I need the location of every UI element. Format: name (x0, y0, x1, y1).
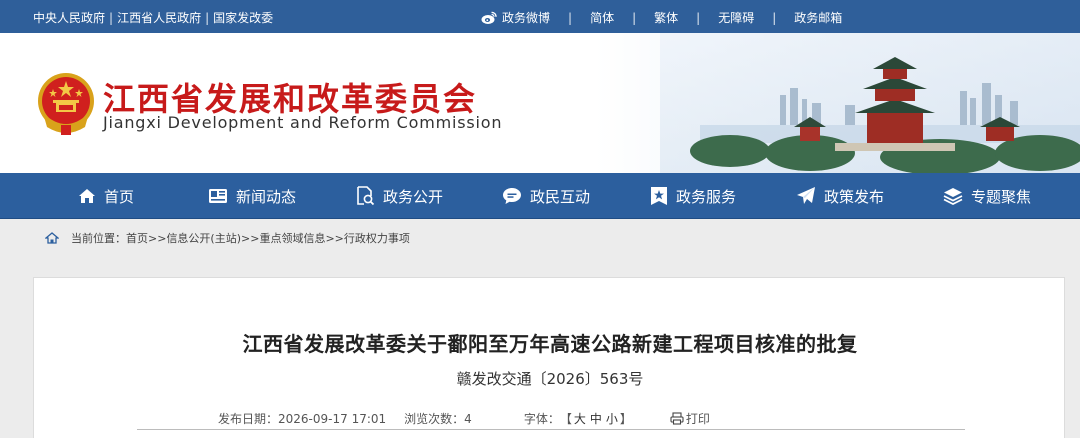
nav-label: 政策发布 (824, 187, 885, 206)
nav-item-interaction[interactable]: 政民互动 (502, 173, 590, 219)
views-label: 浏览次数： (404, 412, 465, 426)
breadcrumb-separator: >> (148, 231, 167, 245)
chat-bubble-icon (503, 188, 521, 204)
accessibility-link[interactable]: 无障碍 (718, 9, 754, 26)
link-central-government[interactable]: 中央人民政府 (33, 9, 105, 26)
font-bracket-open: 【 (559, 412, 572, 426)
publish-date: 2026-09-17 17:01 (278, 411, 387, 426)
layers-icon (943, 188, 963, 205)
print-button[interactable]: 打印 (670, 410, 710, 427)
link-ndrc[interactable]: 国家发改委 (213, 9, 273, 26)
separator: | (632, 10, 637, 25)
service-star-icon (651, 187, 667, 205)
document-search-icon (357, 186, 375, 206)
breadcrumb-admin-power[interactable]: 行政权力事项 (344, 230, 410, 246)
print-label: 打印 (685, 412, 710, 426)
printer-icon (670, 412, 684, 425)
top-bar: 中央人民政府 | 江西省人民政府 | 国家发改委 政务微博 | 简体 | 繁体 … (0, 0, 1080, 33)
breadcrumb-key-areas[interactable]: 重点领域信息 (259, 230, 325, 246)
breadcrumb-info-disclosure[interactable]: 信息公开(主站) (166, 230, 241, 246)
document-number: 赣发改交通〔2026〕563号 (456, 370, 644, 388)
article-meta: 发布日期： 2026-09-17 17:01 浏览次数： 4 字体： 【 大 中… (218, 410, 710, 427)
breadcrumb-prefix: 当前位置： (71, 232, 126, 245)
font-size-label: 字体： (523, 412, 560, 426)
font-size-large-button[interactable]: 大 (574, 410, 586, 427)
top-links: 中央人民政府 | 江西省人民政府 | 国家发改委 (33, 9, 273, 26)
separator: | (772, 10, 777, 25)
breadcrumb: 当前位置： 首页 >> 信息公开(主站) >> 重点领域信息 >> 行政权力事项 (45, 230, 410, 246)
separator: | (109, 10, 114, 25)
nav-label: 首页 (104, 187, 135, 206)
views-count: 4 (464, 411, 472, 426)
paper-plane-icon (797, 187, 815, 204)
breadcrumb-home[interactable]: 首页 (126, 230, 148, 246)
top-utility-links: 政务微博 | 简体 | 繁体 | 无障碍 | 政务邮箱 (481, 9, 842, 26)
tengwang-pavilion-banner (660, 33, 1080, 173)
nav-label: 专题聚焦 (971, 187, 1032, 206)
article-title: 江西省发展改革委关于鄱阳至万年高速公路新建工程项目核准的批复 (242, 332, 858, 356)
separator: | (696, 10, 701, 25)
meta-divider (137, 429, 965, 430)
publish-date-label: 发布日期： (218, 412, 279, 426)
breadcrumb-bar: 当前位置： 首页 >> 信息公开(主站) >> 重点领域信息 >> 行政权力事项 (0, 219, 1080, 254)
font-bracket-close: 】 (619, 412, 632, 426)
simplified-chinese-link[interactable]: 简体 (590, 9, 614, 26)
separator: | (205, 10, 210, 25)
news-icon (209, 189, 227, 203)
nav-label: 政务服务 (676, 187, 737, 206)
site-subtitle: Jiangxi Development and Reform Commissio… (103, 113, 503, 132)
nav-item-gov-affairs[interactable]: 政务公开 (355, 173, 443, 219)
nav-item-topics[interactable]: 专题聚焦 (943, 173, 1031, 219)
breadcrumb-separator: >> (241, 231, 260, 245)
nav-label: 新闻动态 (236, 187, 297, 206)
traditional-chinese-link[interactable]: 繁体 (654, 9, 678, 26)
nav-item-news[interactable]: 新闻动态 (208, 173, 296, 219)
nav-item-service[interactable]: 政务服务 (650, 173, 736, 219)
breadcrumb-separator: >> (325, 231, 344, 245)
nav-item-home[interactable]: 首页 (78, 173, 134, 219)
nav-item-policy[interactable]: 政策发布 (796, 173, 884, 219)
separator: | (568, 10, 573, 25)
font-size-small-button[interactable]: 小 (606, 410, 618, 427)
weibo-icon (481, 11, 497, 24)
gov-mail-link[interactable]: 政务邮箱 (794, 9, 842, 26)
nav-label: 政民互动 (530, 187, 591, 206)
weibo-link[interactable]: 政务微博 (481, 9, 550, 26)
home-icon (79, 189, 95, 203)
main-nav: 首页 新闻动态 政务公开 政民互动 政务服务 政策发布 专题聚焦 (0, 173, 1080, 219)
weibo-label: 政务微博 (502, 11, 551, 25)
site-header: 江西省发展和改革委员会 Jiangxi Development and Refo… (0, 33, 1080, 173)
nav-label: 政务公开 (383, 187, 444, 206)
font-size-medium-button[interactable]: 中 (590, 410, 602, 427)
link-jiangxi-government[interactable]: 江西省人民政府 (117, 9, 201, 26)
article-panel: 江西省发展改革委关于鄱阳至万年高速公路新建工程项目核准的批复 赣发改交通〔202… (33, 277, 1065, 438)
national-emblem-logo[interactable] (35, 69, 97, 139)
home-icon (45, 232, 59, 244)
